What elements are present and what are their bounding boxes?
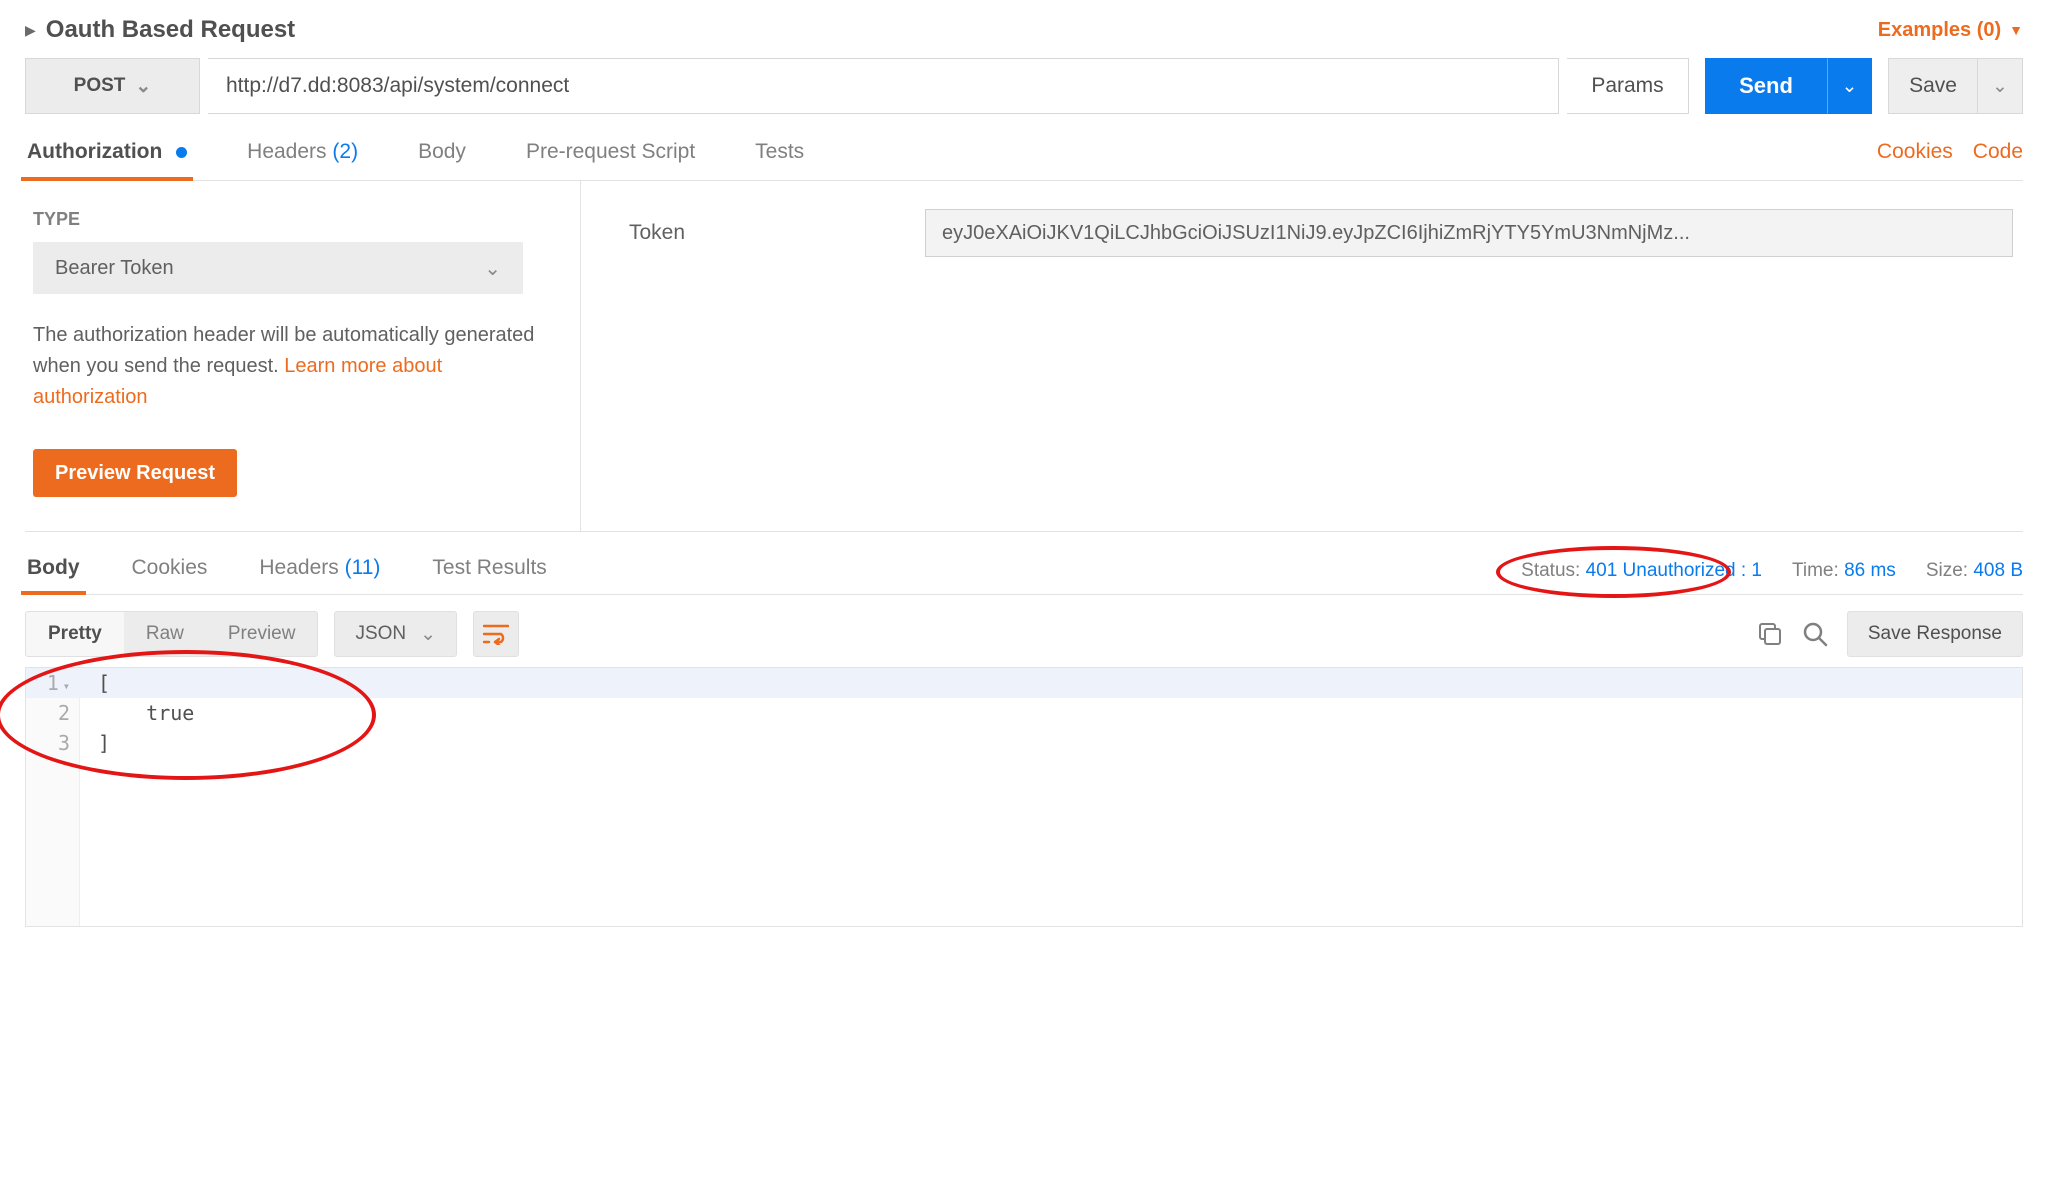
save-dropdown[interactable]: ⌄ bbox=[1978, 58, 2023, 114]
preview-request-button[interactable]: Preview Request bbox=[33, 449, 237, 497]
response-status: Status: 401 Unauthorized : 1 bbox=[1521, 560, 1762, 582]
auth-type-label: TYPE bbox=[33, 209, 560, 230]
view-preview[interactable]: Preview bbox=[206, 612, 318, 656]
line-number: 1▾ bbox=[26, 671, 80, 695]
response-tab-body[interactable]: Body bbox=[25, 556, 82, 594]
method-select[interactable]: POST ⌄ bbox=[25, 58, 200, 114]
auth-hint: The authorization header will be automat… bbox=[33, 320, 543, 413]
code-line: true bbox=[80, 701, 194, 725]
line-number: 3 bbox=[26, 731, 80, 755]
modified-dot-icon bbox=[176, 147, 187, 158]
status-label: Status: bbox=[1521, 560, 1580, 581]
code-line: [ bbox=[80, 671, 110, 695]
send-button[interactable]: Send bbox=[1705, 58, 1827, 114]
code-line: ] bbox=[80, 731, 110, 755]
tab-label: Authorization bbox=[27, 140, 162, 163]
time-label: Time: bbox=[1792, 560, 1839, 581]
search-icon bbox=[1801, 620, 1829, 648]
save-response-button[interactable]: Save Response bbox=[1847, 611, 2023, 657]
tab-prerequest[interactable]: Pre-request Script bbox=[524, 140, 697, 180]
size-label: Size: bbox=[1926, 560, 1968, 581]
size-value: 408 B bbox=[1973, 560, 2023, 581]
save-button[interactable]: Save bbox=[1888, 58, 1978, 114]
response-view-segmented: Pretty Raw Preview bbox=[25, 611, 318, 657]
auth-type-select[interactable]: Bearer Token ⌄ bbox=[33, 242, 523, 294]
response-tab-headers[interactable]: Headers (11) bbox=[257, 556, 382, 594]
chevron-down-icon: ⌄ bbox=[1842, 75, 1858, 98]
fold-icon[interactable]: ▾ bbox=[63, 679, 70, 693]
time-value: 86 ms bbox=[1844, 560, 1896, 581]
send-dropdown[interactable]: ⌄ bbox=[1827, 58, 1872, 114]
auth-type-value: Bearer Token bbox=[55, 257, 174, 280]
tab-label: Headers bbox=[259, 556, 338, 579]
token-input[interactable] bbox=[925, 209, 2013, 257]
tab-authorization[interactable]: Authorization bbox=[25, 140, 189, 180]
examples-label: Examples (0) bbox=[1878, 19, 2001, 42]
response-time: Time: 86 ms bbox=[1792, 560, 1896, 582]
method-value: POST bbox=[74, 75, 126, 97]
response-tab-tests[interactable]: Test Results bbox=[430, 556, 548, 594]
examples-dropdown[interactable]: Examples (0) ▼ bbox=[1878, 19, 2023, 42]
response-body-viewer[interactable]: 1▾ [ 2 true 3 ] bbox=[25, 667, 2023, 927]
tab-headers[interactable]: Headers (2) bbox=[245, 140, 360, 180]
code-link[interactable]: Code bbox=[1973, 140, 2023, 164]
view-raw[interactable]: Raw bbox=[124, 612, 206, 656]
tab-body[interactable]: Body bbox=[416, 140, 468, 180]
url-input[interactable] bbox=[208, 58, 1559, 114]
chevron-down-icon: ⌄ bbox=[1992, 75, 2008, 98]
caret-down-icon: ▼ bbox=[2009, 22, 2023, 38]
copy-icon bbox=[1757, 621, 1783, 647]
view-pretty[interactable]: Pretty bbox=[26, 612, 124, 656]
chevron-down-icon: ⌄ bbox=[484, 256, 501, 281]
status-value: 401 Unauthorized : 1 bbox=[1586, 560, 1762, 581]
line-number: 2 bbox=[26, 701, 80, 725]
chevron-down-icon: ⌄ bbox=[135, 75, 151, 98]
format-value: JSON bbox=[355, 623, 406, 645]
response-tab-cookies[interactable]: Cookies bbox=[130, 556, 210, 594]
tab-label: Headers bbox=[247, 140, 326, 163]
headers-count: (2) bbox=[332, 140, 358, 163]
request-title: Oauth Based Request bbox=[46, 16, 295, 44]
tab-tests[interactable]: Tests bbox=[753, 140, 806, 180]
disclosure-toggle-icon[interactable]: ▶ bbox=[25, 22, 36, 39]
response-size: Size: 408 B bbox=[1926, 560, 2023, 582]
chevron-down-icon: ⌄ bbox=[420, 623, 436, 646]
wrap-lines-button[interactable] bbox=[473, 611, 519, 657]
wrap-icon bbox=[483, 623, 509, 645]
response-format-select[interactable]: JSON ⌄ bbox=[334, 611, 457, 657]
cookies-link[interactable]: Cookies bbox=[1877, 140, 1953, 164]
search-response-button[interactable] bbox=[1801, 620, 1829, 648]
token-label: Token bbox=[629, 221, 889, 245]
response-headers-count: (11) bbox=[345, 556, 381, 579]
copy-response-button[interactable] bbox=[1757, 621, 1783, 647]
params-button[interactable]: Params bbox=[1567, 58, 1689, 114]
